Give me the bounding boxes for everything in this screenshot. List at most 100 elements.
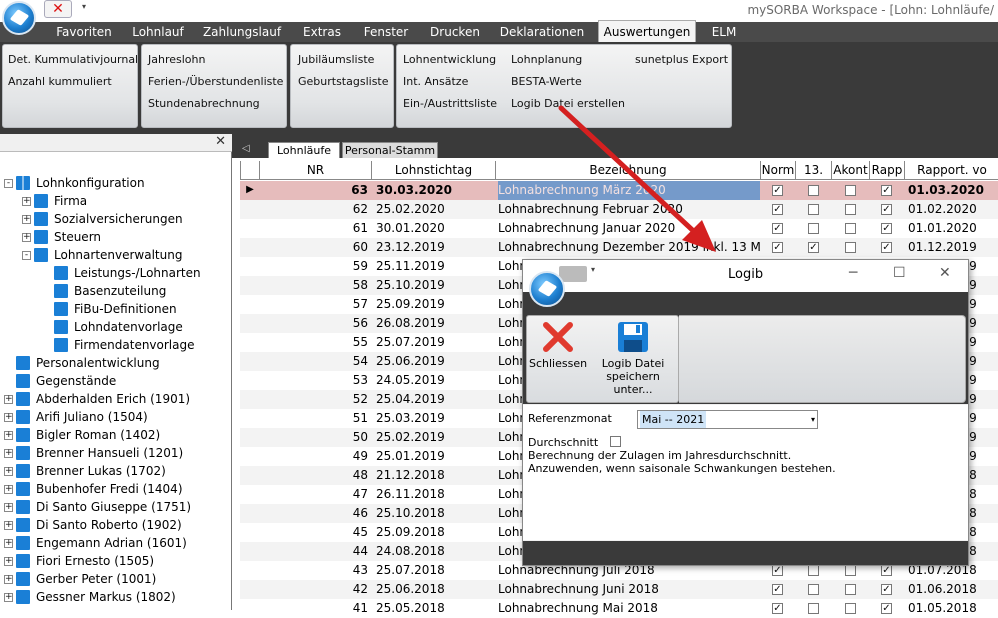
row-selector[interactable] — [240, 371, 260, 390]
dialog-quick-access[interactable] — [559, 266, 587, 282]
app-menu-orb-icon[interactable] — [2, 1, 36, 35]
ferien-ueberstundenliste-button[interactable]: Ferien-/Überstundenliste — [148, 75, 283, 88]
expand-icon[interactable]: + — [4, 557, 13, 566]
lohnentwicklung-button[interactable]: Lohnentwicklung — [403, 53, 496, 66]
expand-icon[interactable]: + — [22, 197, 31, 206]
checkbox-norm[interactable]: ✓ — [772, 603, 783, 614]
menu-fenster[interactable]: Fenster — [356, 22, 416, 42]
checkbox-13[interactable] — [808, 185, 819, 196]
row-selector[interactable] — [240, 333, 260, 352]
tree-item[interactable]: + Bubenhofer Fredi (1404) — [0, 480, 232, 498]
table-row[interactable]: ▶ 63 30.03.2020 Lohnabrechnung März 2020 01.… — [240, 181, 998, 200]
geburtstagsliste-button[interactable]: Geburtstagsliste — [298, 75, 389, 88]
expand-icon[interactable]: + — [22, 215, 31, 224]
tree-item[interactable]: FiBu-Definitionen — [0, 300, 232, 318]
checkbox-norm[interactable]: ✓ — [772, 223, 783, 234]
column-header-nr[interactable]: NR — [260, 161, 372, 180]
menu-auswertungen[interactable]: Auswertungen — [598, 20, 696, 42]
column-header-norm[interactable]: Norm — [761, 161, 796, 180]
tree-item[interactable]: Personalentwicklung — [0, 354, 232, 372]
checkbox-akont[interactable] — [845, 204, 856, 215]
tree-item[interactable]: Gegenstände — [0, 372, 232, 390]
chevron-down-icon[interactable]: ▾ — [811, 411, 815, 428]
column-header-rapp[interactable]: Rapp — [870, 161, 905, 180]
tree-item[interactable]: + Bigler Roman (1402) — [0, 426, 232, 444]
checkbox-akont[interactable] — [845, 223, 856, 234]
jubilaeumsliste-button[interactable]: Jubiläumsliste — [298, 53, 374, 66]
checkbox-akont[interactable] — [845, 565, 856, 576]
tree-item[interactable]: + Di Santo Giuseppe (1751) — [0, 498, 232, 516]
table-row[interactable]: 42 25.06.2018 Lohnabrechnung Juni 2018 01.0… — [240, 580, 998, 599]
column-header-13[interactable]: 13. — [796, 161, 832, 180]
menu-favoriten[interactable]: Favoriten — [48, 22, 120, 42]
tree-item[interactable]: + Sozialversicherungen — [0, 210, 232, 228]
checkbox-rapp[interactable]: ✓ — [881, 565, 892, 576]
row-selector[interactable] — [240, 428, 260, 447]
checkbox-rapp[interactable]: ✓ — [881, 584, 892, 595]
checkbox-norm[interactable]: ✓ — [772, 565, 783, 576]
schliessen-button[interactable]: Schliessen — [529, 320, 587, 370]
checkbox-rapp[interactable]: ✓ — [881, 204, 892, 215]
tab-personal-stamm[interactable]: Personal-Stamm — [342, 142, 438, 158]
quick-access-close-icon[interactable]: ✕ — [44, 0, 72, 18]
checkbox-13[interactable] — [808, 584, 819, 595]
row-selector[interactable] — [240, 409, 260, 428]
table-row[interactable]: 60 23.12.2019 Lohnabrechnung Dezember 2019… — [240, 238, 998, 257]
referenzmonat-select[interactable]: Mai -- 2021 ▾ — [637, 410, 818, 429]
column-header-lohnstichtag[interactable]: Lohnstichtag — [372, 161, 496, 180]
checkbox-norm[interactable]: ✓ — [772, 584, 783, 595]
checkbox-rapp[interactable]: ✓ — [881, 242, 892, 253]
tree-item[interactable]: Basenzuteilung — [0, 282, 232, 300]
tree-item[interactable]: - Lohnartenverwaltung — [0, 246, 232, 264]
checkbox-akont[interactable] — [845, 185, 856, 196]
row-selector[interactable] — [240, 466, 260, 485]
checkbox-akont[interactable] — [845, 584, 856, 595]
minimize-icon[interactable]: ─ — [849, 265, 857, 281]
checkbox-13[interactable] — [808, 204, 819, 215]
logib-datei-erstellen-button[interactable]: Logib Datei erstellen — [511, 97, 625, 110]
dialog-orb-icon[interactable] — [529, 271, 565, 307]
row-selector[interactable] — [240, 200, 260, 219]
tree-item[interactable]: - Lohnkonfiguration — [0, 174, 232, 192]
menu-elm[interactable]: ELM — [702, 22, 746, 42]
durchschnitt-checkbox[interactable] — [610, 436, 621, 447]
jahreslohn-button[interactable]: Jahreslohn — [148, 53, 205, 66]
tree-item[interactable]: + Gessner Markus (1802) — [0, 588, 232, 606]
checkbox-norm[interactable]: ✓ — [772, 204, 783, 215]
row-selector[interactable] — [240, 504, 260, 523]
checkbox-13[interactable] — [808, 565, 819, 576]
maximize-icon[interactable]: ☐ — [893, 265, 906, 281]
row-selector[interactable] — [240, 599, 260, 618]
menu-zahlungslauf[interactable]: Zahlungslauf — [196, 22, 288, 42]
table-row[interactable]: 62 25.02.2020 Lohnabrechnung Februar 2020 0… — [240, 200, 998, 219]
expand-icon[interactable]: + — [4, 413, 13, 422]
sunetplus-export-button[interactable]: sunetplus Export — [635, 53, 728, 66]
row-selector[interactable]: ▶ — [240, 181, 260, 200]
expand-icon[interactable]: + — [4, 449, 13, 458]
anzahl-kummuliert-button[interactable]: Anzahl kummuliert — [8, 75, 112, 88]
window-close-icon[interactable]: ✕ — [939, 265, 951, 281]
tree-item[interactable]: + Brenner Hansueli (1201) — [0, 444, 232, 462]
tab-scroll-left-icon[interactable]: ◁ — [242, 143, 250, 154]
menu-lohnlauf[interactable]: Lohnlauf — [122, 22, 194, 42]
row-selector[interactable] — [240, 352, 260, 371]
logib-datei-speichern-button[interactable]: Logib Datei speichern unter... — [587, 320, 679, 396]
row-selector[interactable] — [240, 219, 260, 238]
checkbox-rapp[interactable]: ✓ — [881, 185, 892, 196]
expand-icon[interactable]: + — [4, 575, 13, 584]
row-selector[interactable] — [240, 238, 260, 257]
tree-item[interactable]: + Abderhalden Erich (1901) — [0, 390, 232, 408]
checkbox-akont[interactable] — [845, 603, 856, 614]
expand-icon[interactable]: + — [4, 485, 13, 494]
row-selector[interactable] — [240, 580, 260, 599]
besta-werte-button[interactable]: BESTA-Werte — [511, 75, 582, 88]
table-row[interactable]: 41 25.05.2018 Lohnabrechnung Mai 2018 01.05… — [240, 599, 998, 618]
menu-deklarationen[interactable]: Deklarationen — [494, 22, 590, 42]
expand-icon[interactable]: + — [4, 467, 13, 476]
expand-icon[interactable]: + — [4, 395, 13, 404]
column-header-akont[interactable]: Akont — [832, 161, 870, 180]
checkbox-rapp[interactable]: ✓ — [881, 223, 892, 234]
expand-icon[interactable]: + — [22, 233, 31, 242]
tree-item[interactable]: + Di Santo Roberto (1902) — [0, 516, 232, 534]
row-selector[interactable] — [240, 447, 260, 466]
